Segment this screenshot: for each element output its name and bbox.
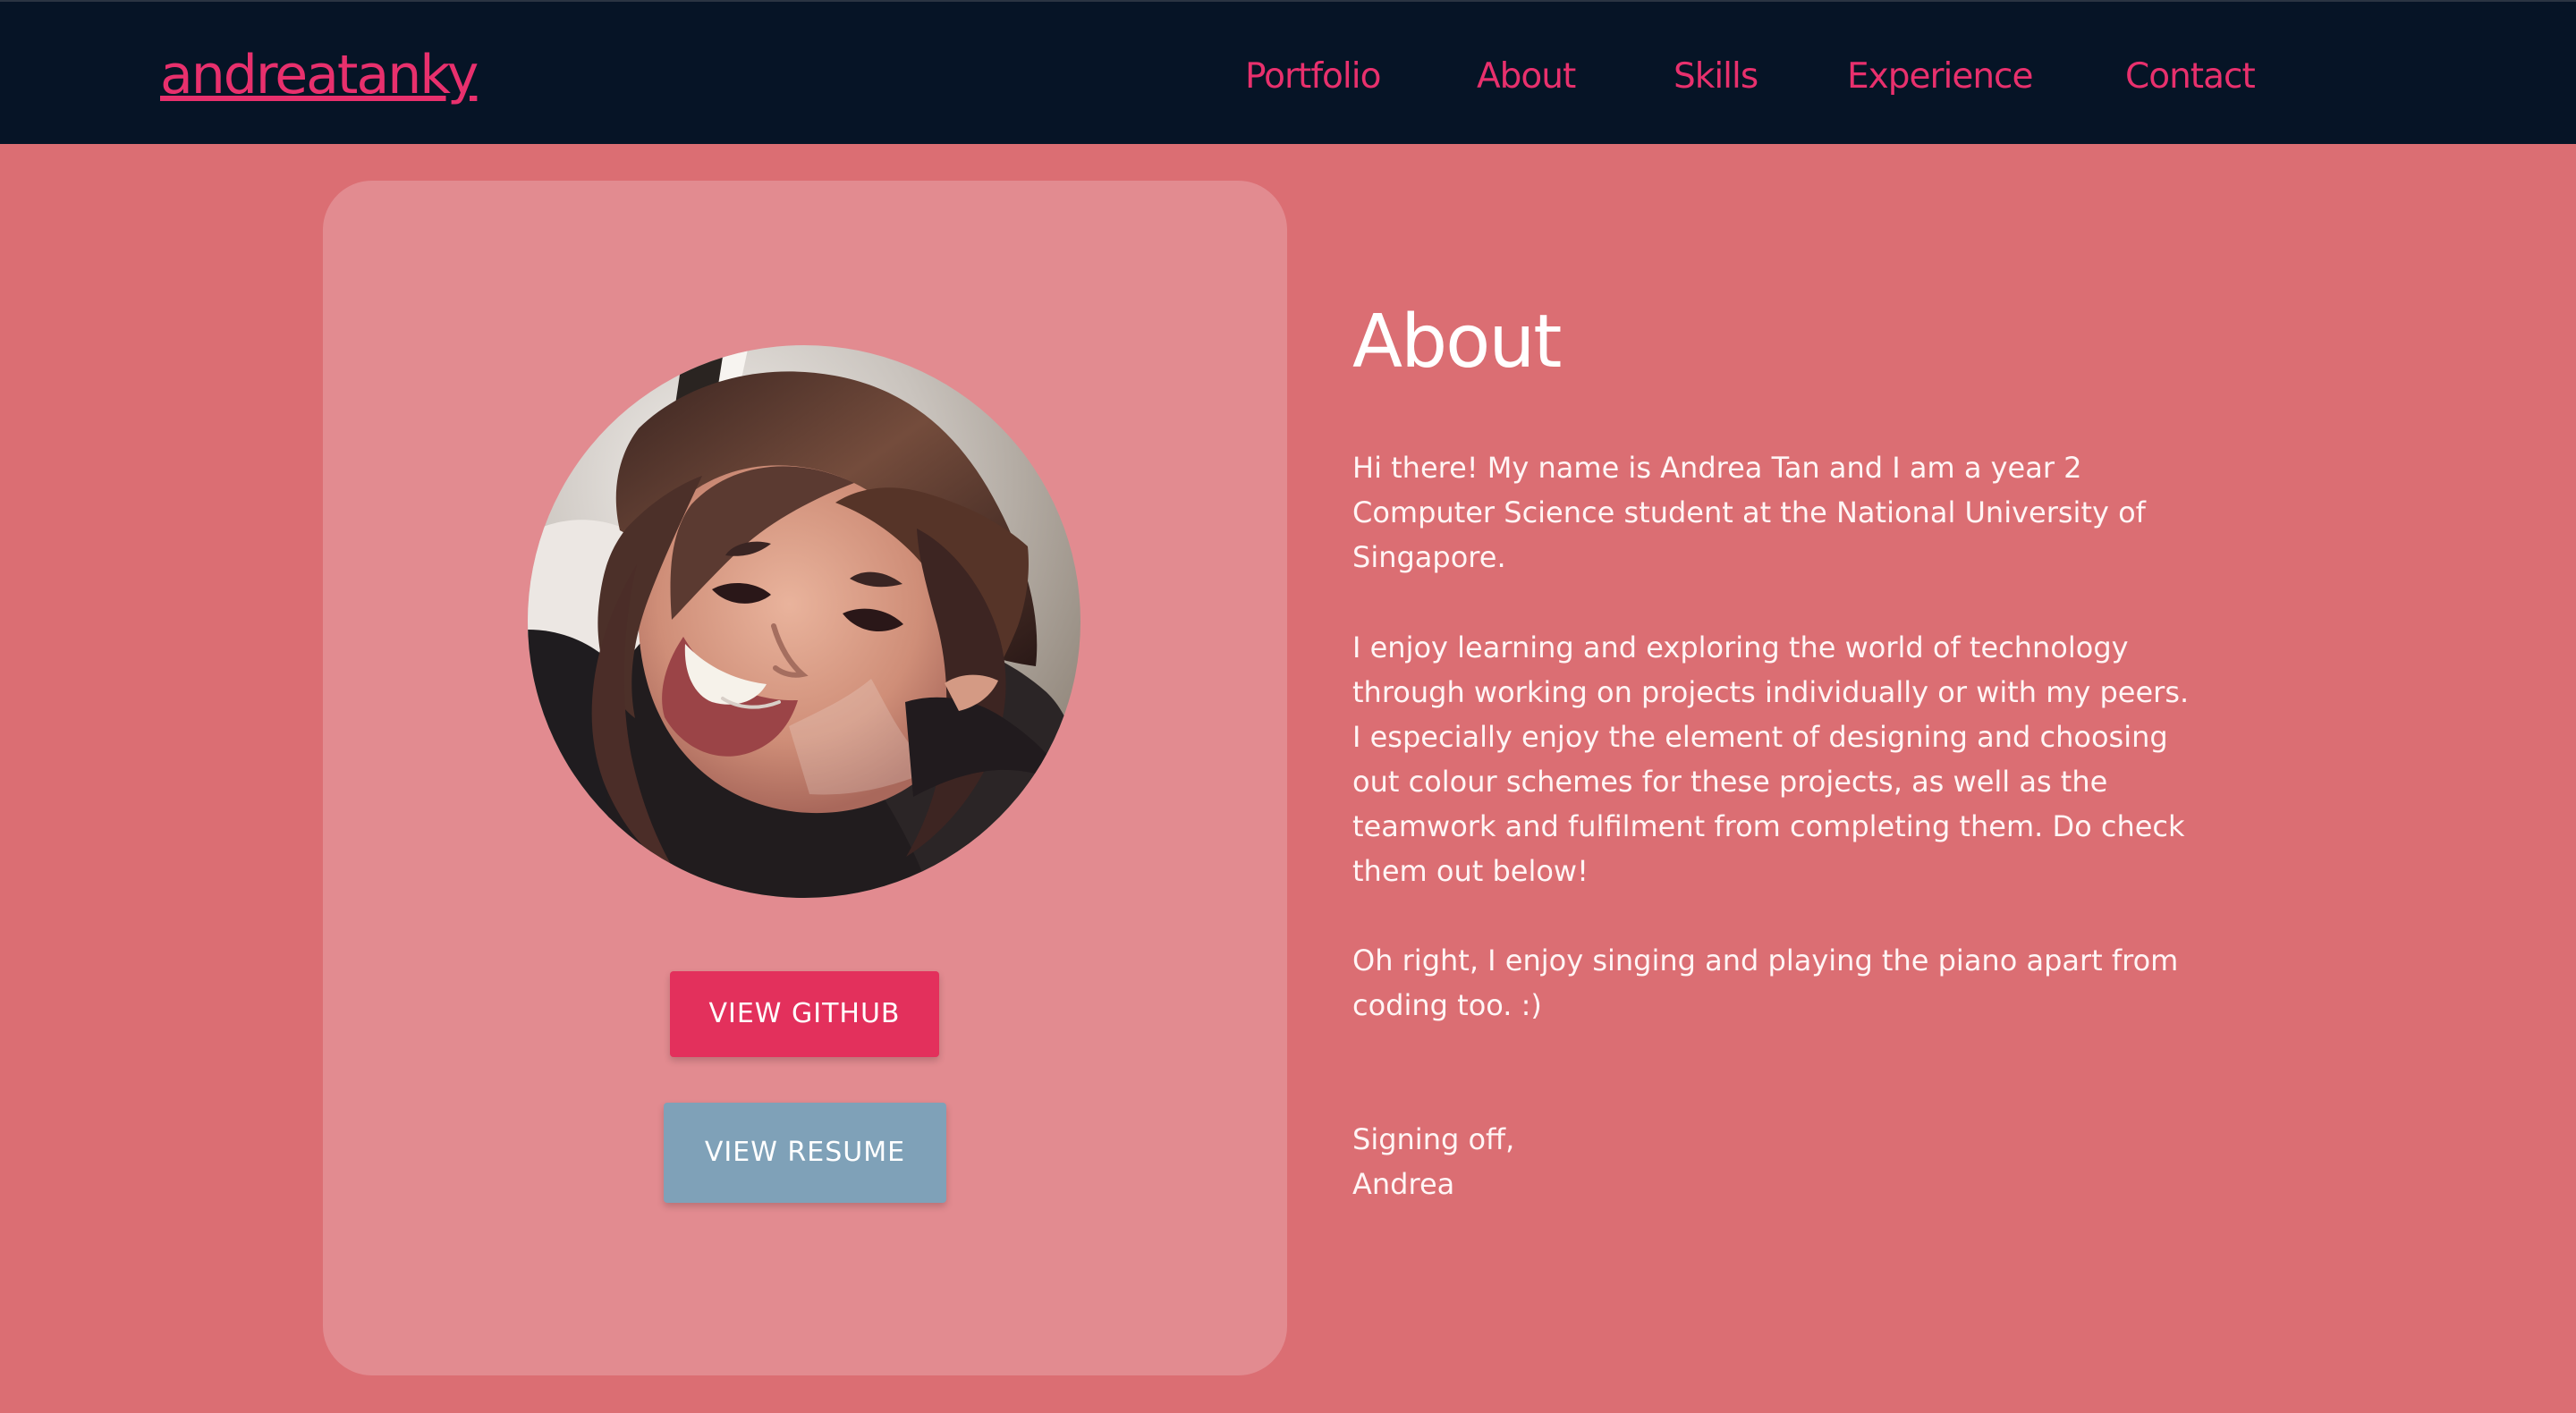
nav-link-portfolio[interactable]: Portfolio [1245, 46, 1381, 108]
profile-photo [528, 345, 1080, 898]
view-github-button[interactable]: VIEW GITHUB [670, 971, 939, 1057]
signoff-block: Signing off, Andrea [1352, 1117, 1514, 1206]
about-paragraph-hobbies: Oh right, I enjoy singing and playing th… [1352, 943, 2179, 1022]
about-section: About Hi there! My name is Andrea Tan an… [1352, 293, 2202, 1201]
main-navigation: Portfolio About Skills Experience Contac… [0, 46, 2576, 108]
about-paragraph-intro: Hi there! My name is Andrea Tan and I am… [1352, 451, 2146, 574]
nav-link-contact[interactable]: Contact [2125, 46, 2256, 108]
about-paragraph-projects: I enjoy learning and exploring the world… [1352, 630, 2190, 888]
page-title: About [1352, 300, 1562, 385]
nav-link-experience[interactable]: Experience [1847, 46, 2033, 108]
signoff-name: Andrea [1352, 1167, 1455, 1201]
nav-link-about[interactable]: About [1477, 46, 1576, 108]
signoff-line: Signing off, [1352, 1122, 1515, 1156]
top-navbar: andreatanky Portfolio About Skills Exper… [0, 0, 2576, 144]
view-resume-button[interactable]: VIEW RESUME [664, 1103, 946, 1203]
nav-link-skills[interactable]: Skills [1674, 46, 1758, 108]
